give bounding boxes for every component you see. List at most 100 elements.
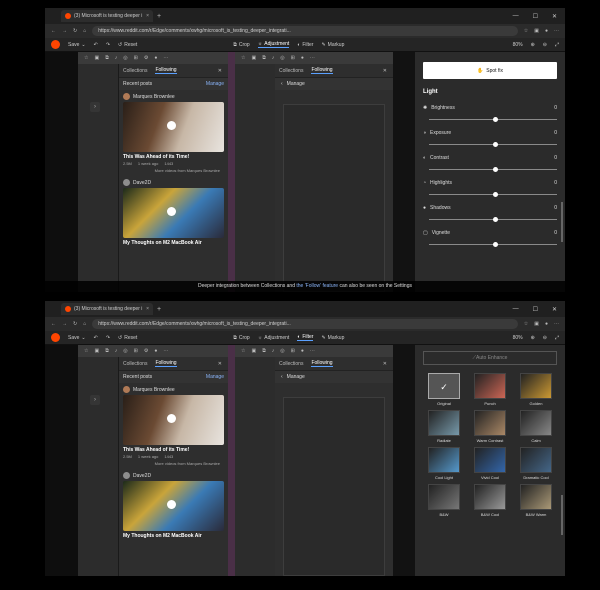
- slider-track[interactable]: [429, 142, 557, 147]
- filter-thumbnail[interactable]: [474, 484, 506, 510]
- minimize-icon[interactable]: —: [513, 306, 519, 313]
- manage-link[interactable]: Manage: [206, 81, 224, 87]
- close-tab-icon[interactable]: ×: [146, 13, 149, 19]
- maximize-icon[interactable]: ☐: [533, 13, 538, 20]
- slider-knob[interactable]: [493, 117, 498, 122]
- filter-original[interactable]: ✓ Original: [425, 373, 463, 406]
- post-card[interactable]: Dave2D My Thoughts on M2 MacBook Air: [119, 469, 228, 542]
- filter-warm-contrast[interactable]: Warm Contrast: [471, 410, 509, 443]
- slider-highlights[interactable]: ◔ Highlights 0: [415, 180, 565, 197]
- adjustment-button[interactable]: ☼ Adjustment: [257, 41, 290, 48]
- forward-icon[interactable]: →: [62, 28, 67, 34]
- favorites-icon[interactable]: ☆: [524, 28, 528, 34]
- profile-icon[interactable]: ●: [545, 321, 548, 327]
- filter-thumbnail[interactable]: [520, 484, 552, 510]
- maximize-icon[interactable]: ☐: [533, 306, 538, 313]
- auto-enhance-button[interactable]: ⟋ Auto Enhance: [423, 351, 557, 365]
- filter-golden[interactable]: Golden: [517, 373, 555, 406]
- filter-thumbnail[interactable]: [474, 410, 506, 436]
- close-pane-icon[interactable]: ✕: [383, 68, 387, 74]
- spot-fix-button[interactable]: ✋ Spot fix: [423, 62, 557, 79]
- slider-knob[interactable]: [493, 167, 498, 172]
- post-card[interactable]: Marques Brownlee This Was Ahead of its T…: [119, 383, 228, 469]
- video-thumbnail[interactable]: [123, 188, 224, 238]
- checkmark-icon[interactable]: ✓: [428, 373, 460, 399]
- close-window-icon[interactable]: ✕: [552, 306, 557, 313]
- filter-calm[interactable]: Calm: [517, 410, 555, 443]
- filter-dramatic-cool[interactable]: Dramatic Cool: [517, 447, 555, 480]
- video-thumbnail[interactable]: [123, 102, 224, 152]
- save-button[interactable]: Save ⌄: [68, 335, 86, 341]
- filter-b-w-warm[interactable]: B&W Warm: [517, 484, 555, 517]
- filter-radiate[interactable]: Radiate: [425, 410, 463, 443]
- slider-contrast[interactable]: ◐ Contrast 0: [415, 155, 565, 172]
- redo-icon[interactable]: ↷: [106, 42, 110, 48]
- profile-icon[interactable]: ●: [545, 28, 548, 34]
- favorites-icon[interactable]: ☆: [524, 321, 528, 327]
- crop-button[interactable]: ⧉ Crop: [233, 335, 249, 341]
- undo-icon[interactable]: ↶: [94, 42, 98, 48]
- adjustment-button[interactable]: ☼ Adjustment: [258, 335, 290, 341]
- collections-icon[interactable]: ▣: [534, 321, 539, 327]
- filter-button[interactable]: ◐ Filter: [297, 42, 313, 48]
- tab-collections[interactable]: Collections: [123, 361, 147, 367]
- play-icon[interactable]: [167, 500, 177, 509]
- close-pane-icon[interactable]: ✕: [383, 361, 387, 367]
- filter-cool-light[interactable]: Cool Light: [425, 447, 463, 480]
- crop-button[interactable]: ⧉ Crop: [233, 42, 249, 48]
- fit-icon[interactable]: ⤢: [555, 42, 559, 48]
- slider-track[interactable]: [429, 117, 557, 122]
- close-pane-icon[interactable]: ✕: [218, 68, 222, 74]
- filter-thumbnail[interactable]: [520, 373, 552, 399]
- expand-arrow-icon[interactable]: ›: [90, 102, 100, 112]
- zoom-out-icon[interactable]: ⊖: [543, 335, 547, 341]
- slider-track[interactable]: [429, 242, 557, 247]
- markup-button[interactable]: ✎ Markup: [321, 335, 344, 341]
- post-card[interactable]: Dave2D My Thoughts on M2 MacBook Air: [119, 176, 228, 249]
- home-icon[interactable]: ⌂: [83, 321, 86, 327]
- play-icon[interactable]: [167, 414, 177, 423]
- reset-button[interactable]: ↺ Reset: [118, 335, 137, 341]
- zoom-in-icon[interactable]: ⊕: [531, 335, 535, 341]
- play-icon[interactable]: [167, 121, 177, 130]
- scrollbar[interactable]: [561, 495, 563, 535]
- zoom-out-icon[interactable]: ⊖: [543, 42, 547, 48]
- filter-thumbnail[interactable]: [428, 410, 460, 436]
- slider-knob[interactable]: [493, 242, 498, 247]
- scrollbar[interactable]: [561, 202, 563, 242]
- manage-link[interactable]: Manage: [206, 374, 224, 380]
- close-window-icon[interactable]: ✕: [552, 13, 557, 20]
- video-thumbnail[interactable]: [123, 481, 224, 531]
- redo-icon[interactable]: ↷: [106, 335, 110, 341]
- filter-thumbnail[interactable]: [474, 373, 506, 399]
- browser-tab[interactable]: (3) Microsoft is testing deeper i ×: [61, 10, 153, 22]
- post-card[interactable]: Marques Brownlee This Was Ahead of its T…: [119, 90, 228, 176]
- minimize-icon[interactable]: —: [513, 13, 519, 20]
- filter-b-w-cool[interactable]: B&W Cool: [471, 484, 509, 517]
- menu-icon[interactable]: ⋯: [554, 28, 559, 34]
- fit-icon[interactable]: ⤢: [555, 335, 559, 341]
- tab-following[interactable]: Following: [155, 360, 177, 367]
- slider-knob[interactable]: [493, 217, 498, 222]
- slider-knob[interactable]: [493, 142, 498, 147]
- more-videos-link[interactable]: More videos from Marques Brownlee: [123, 168, 224, 173]
- back-icon[interactable]: ←: [51, 28, 56, 34]
- filter-vivid-cool[interactable]: Vivid Cool: [471, 447, 509, 480]
- tab-following[interactable]: Following: [155, 67, 177, 74]
- markup-button[interactable]: ✎ Markup: [321, 42, 344, 48]
- slider-vignette[interactable]: ▢ Vignette 0: [415, 230, 565, 247]
- reset-button[interactable]: ↺ Reset: [118, 42, 137, 48]
- slider-shadows[interactable]: ● Shadows 0: [415, 205, 565, 222]
- forward-icon[interactable]: →: [62, 321, 67, 327]
- play-icon[interactable]: [167, 207, 177, 216]
- video-thumbnail[interactable]: [123, 395, 224, 445]
- filter-thumbnail[interactable]: [474, 447, 506, 473]
- browser-tab[interactable]: (3) Microsoft is testing deeper i ×: [61, 303, 153, 315]
- filter-button[interactable]: ◐ Filter: [297, 334, 314, 341]
- filter-thumbnail[interactable]: [520, 410, 552, 436]
- slider-track[interactable]: [429, 217, 557, 222]
- new-tab-icon[interactable]: +: [157, 306, 161, 313]
- slider-knob[interactable]: [493, 192, 498, 197]
- undo-icon[interactable]: ↶: [94, 335, 98, 341]
- filter-thumbnail[interactable]: [428, 447, 460, 473]
